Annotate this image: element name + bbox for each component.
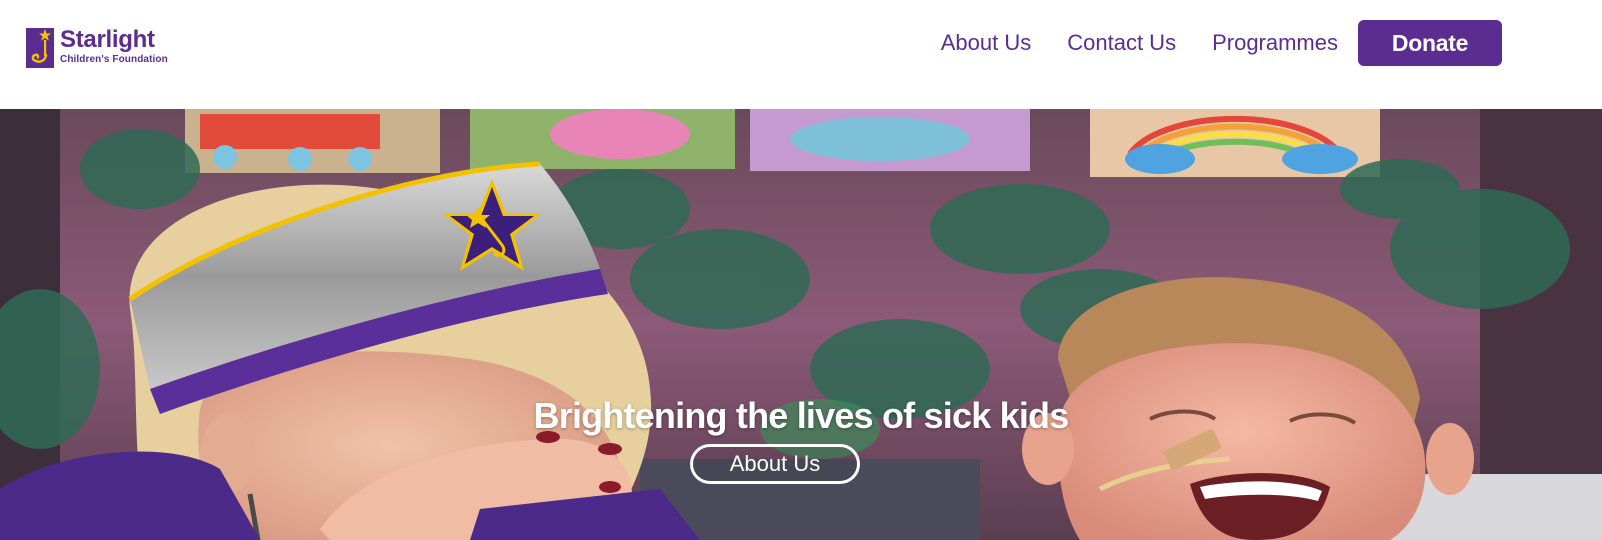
hero-about-us-button[interactable]: About Us <box>690 444 860 484</box>
logo-text: Starlight Children's Foundation <box>60 27 168 66</box>
hero-headline: Brightening the lives of sick kids <box>533 395 1070 436</box>
nav-link-about-us[interactable]: About Us <box>941 20 1032 66</box>
page: Starlight Children's Foundation About Us… <box>0 0 1602 540</box>
logo-name: Starlight <box>60 26 155 53</box>
starlight-logo[interactable]: Starlight Children's Foundation <box>26 26 168 68</box>
logo-wand-icon <box>26 28 54 68</box>
donate-button[interactable]: Donate <box>1358 20 1502 66</box>
nav-link-contact-us[interactable]: Contact Us <box>1067 20 1176 66</box>
main-nav: About Us Contact Us Programmes Donate <box>941 20 1502 66</box>
hero-section: Brightening the lives of sick kids About… <box>0 109 1602 540</box>
site-header: Starlight Children's Foundation About Us… <box>0 0 1602 109</box>
logo-subtitle: Children's Foundation <box>60 54 168 65</box>
nav-link-programmes[interactable]: Programmes <box>1212 20 1338 66</box>
